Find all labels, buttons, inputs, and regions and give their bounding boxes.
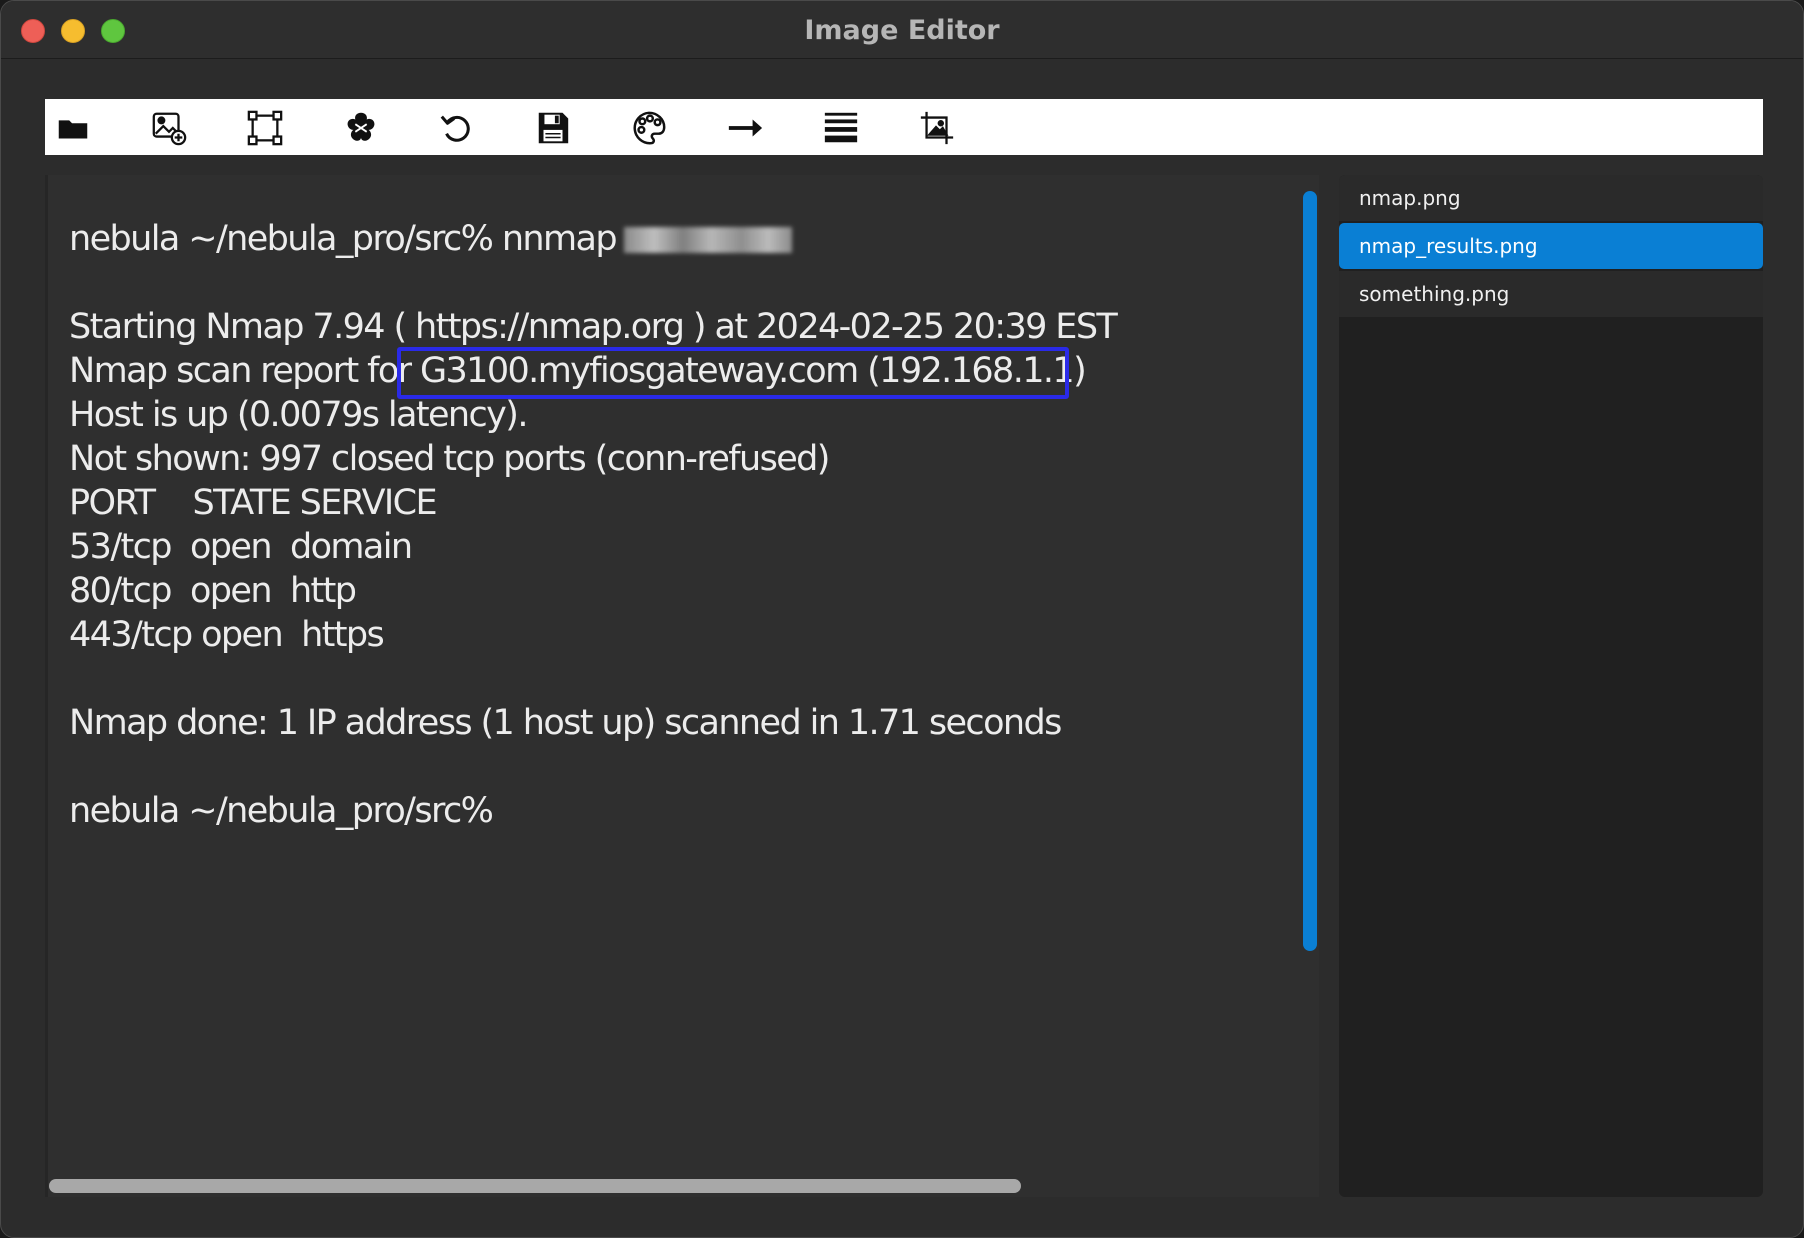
- open-folder-icon: [58, 120, 88, 139]
- terminal-line-text: nebula ~/nebula_pro/src% nnmap: [69, 219, 618, 259]
- window-title: Image Editor: [804, 15, 1000, 46]
- crop-selection-icon: [247, 110, 283, 146]
- terminal-screenshot: nebula ~/nebula_pro/src% nnmap Starting …: [48, 175, 1308, 1185]
- arrow-right-icon: [728, 119, 763, 137]
- color-palette-button[interactable]: [629, 108, 669, 148]
- file-list-item[interactable]: nmap.png: [1339, 175, 1763, 221]
- rotate-icon: [440, 115, 470, 142]
- terminal-line: nebula ~/nebula_pro/src% nnmap: [69, 219, 792, 259]
- terminal-line: Host is up (0.0079s latency).: [69, 395, 528, 435]
- file-list: nmap.png nmap_results.png something.png: [1339, 175, 1763, 1197]
- line-width-button[interactable]: [821, 108, 861, 148]
- terminal-line: 80/tcp open http: [69, 571, 357, 611]
- paste-blob-icon: [347, 112, 375, 141]
- toolbar: [45, 99, 1763, 155]
- add-image-icon: [152, 112, 187, 146]
- terminal-line: Nmap done: 1 IP address (1 host up) scan…: [69, 703, 1062, 743]
- image-canvas[interactable]: nebula ~/nebula_pro/src% nnmap Starting …: [45, 175, 1319, 1197]
- lines-icon: [824, 112, 858, 143]
- redacted-ip: [623, 227, 792, 253]
- add-image-button[interactable]: [149, 108, 189, 148]
- crop-image-button[interactable]: [917, 108, 957, 148]
- terminal-line: Starting Nmap 7.94 ( https://nmap.org ) …: [69, 307, 1118, 347]
- crop-image-icon: [920, 111, 954, 145]
- app-window: Image Editor nebula ~/nebula_pro/src% nn…: [0, 0, 1804, 1238]
- horizontal-scrollbar[interactable]: [49, 1179, 1021, 1193]
- arrow-tool-button[interactable]: [725, 108, 765, 148]
- terminal-line: 443/tcp open https: [69, 615, 385, 655]
- terminal-line: Not shown: 997 closed tcp ports (conn-re…: [69, 439, 830, 479]
- file-list-item[interactable]: something.png: [1339, 271, 1763, 317]
- save-icon: [538, 112, 569, 144]
- save-button[interactable]: [533, 108, 573, 148]
- select-region-button[interactable]: [245, 108, 285, 148]
- terminal-line: PORT STATE SERVICE: [69, 483, 438, 523]
- shape-tool-button[interactable]: [341, 108, 381, 148]
- rotate-button[interactable]: [437, 108, 477, 148]
- terminal-line: nebula ~/nebula_pro/src%: [69, 791, 494, 831]
- title-bar[interactable]: Image Editor: [1, 1, 1803, 59]
- file-list-item-selected[interactable]: nmap_results.png: [1339, 223, 1763, 269]
- terminal-line: 53/tcp open domain: [69, 527, 413, 567]
- open-folder-button[interactable]: [53, 108, 93, 148]
- highlight-rectangle[interactable]: [397, 347, 1069, 399]
- vertical-scrollbar[interactable]: [1303, 191, 1317, 951]
- palette-icon: [633, 111, 666, 145]
